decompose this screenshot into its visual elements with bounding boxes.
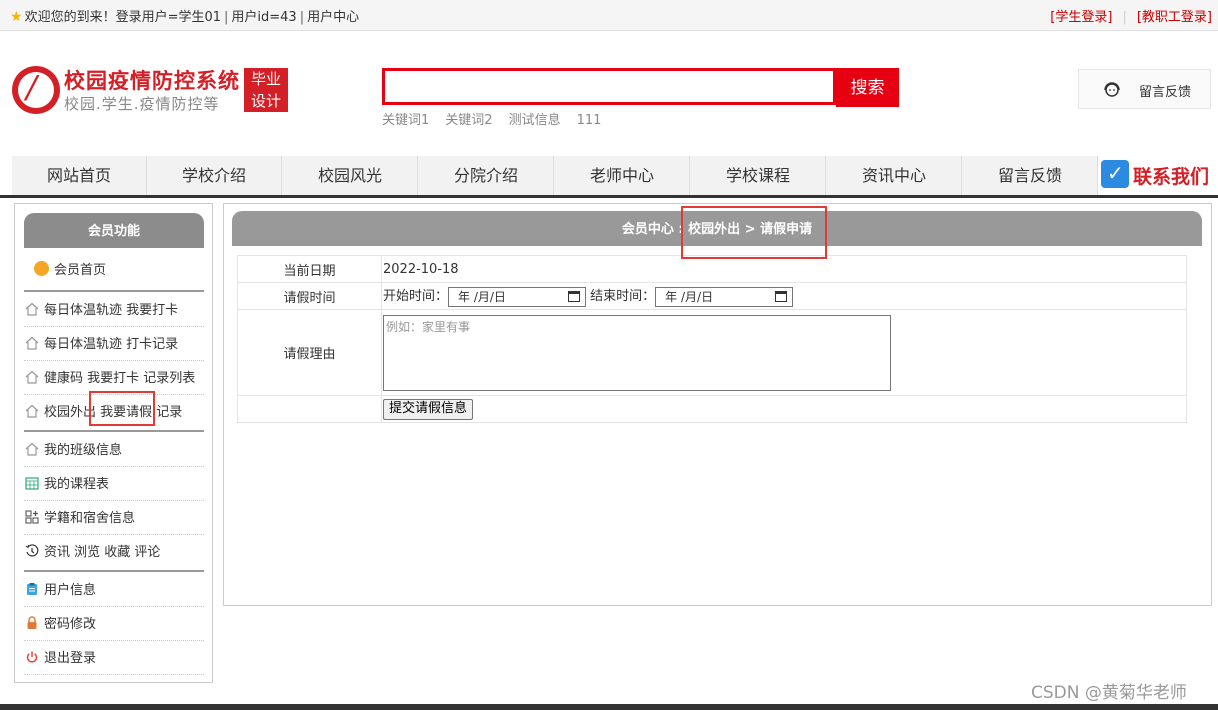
hot-keyword[interactable]: 关键词2	[445, 113, 492, 128]
reason-placeholder: 例如：家里有事	[386, 319, 471, 334]
house-icon	[25, 404, 39, 418]
end-date-placeholder: 年 /月/日	[665, 289, 714, 304]
empty-cell	[237, 395, 382, 423]
welcome-area: ★ 欢迎您的到来！登录用户=学生01 | 用户id=43 | 用户中心	[10, 9, 360, 25]
search-input[interactable]	[382, 68, 836, 105]
sidebar-divider	[24, 290, 204, 292]
house-icon	[25, 370, 39, 384]
sidebar-item-member-home[interactable]: 会员首页	[24, 254, 204, 287]
hot-keywords: 关键词1 关键词2 测试信息 111	[382, 109, 617, 128]
calendar-icon[interactable]	[568, 290, 581, 302]
user-center-link[interactable]: 用户中心	[307, 10, 359, 25]
sidebar-item-label: 会员首页	[54, 263, 107, 278]
calendar-icon	[25, 477, 39, 490]
main-panel: 会员中心 : 校园外出 > 请假申请 当前日期 2022-10-18 请假时间 …	[223, 203, 1212, 606]
end-date-input[interactable]: 年 /月/日	[655, 286, 794, 307]
nav-news[interactable]: 资讯中心	[827, 156, 962, 196]
nav-college-intro[interactable]: 分院介绍	[419, 156, 554, 196]
nav-teacher-center[interactable]: 老师中心	[555, 156, 690, 196]
site-subtitle: 校园.学生.疫情防控等	[64, 95, 220, 113]
start-time-label: 开始时间：	[383, 289, 449, 305]
badge-line2: 设计	[250, 92, 281, 110]
staff-login-link[interactable]: [教职工登录]	[1137, 10, 1212, 25]
grid-icon	[25, 510, 39, 524]
sidebar-item-temp-checkin[interactable]: 每日体温轨迹 我要打卡	[24, 294, 204, 327]
nav-school-intro[interactable]: 学校介绍	[147, 156, 282, 196]
time-label: 请假时间	[237, 282, 382, 310]
search-button[interactable]: 搜索	[836, 68, 899, 107]
feedback-button[interactable]: 留言反馈	[1078, 69, 1211, 109]
submit-leave-button[interactable]: 提交请假信息	[383, 398, 474, 420]
sidebar-item-label: 退出登录	[44, 651, 97, 666]
feedback-label: 留言反馈	[1139, 85, 1192, 100]
nav-home[interactable]: 网站首页	[12, 156, 147, 196]
sidebar-title: 会员功能	[24, 213, 204, 248]
sidebar-item-timetable[interactable]: 我的课程表	[24, 468, 204, 501]
sidebar-item-label: 密码修改	[44, 617, 97, 632]
history-icon	[25, 544, 39, 557]
contact-icon	[1101, 160, 1129, 188]
date-value: 2022-10-18	[381, 255, 1187, 283]
lock-icon	[27, 616, 37, 629]
nav-courses[interactable]: 学校课程	[691, 156, 826, 196]
sidebar-item-temp-records[interactable]: 每日体温轨迹 打卡记录	[24, 328, 204, 361]
date-label: 当前日期	[237, 255, 382, 283]
sidebar: 会员功能 会员首页 每日体温轨迹 我要打卡 每日体温轨迹 打卡记录 健康码 我要…	[14, 203, 213, 683]
site-logo[interactable]	[12, 66, 60, 114]
sidebar-divider	[24, 570, 204, 572]
student-login-link[interactable]: [学生登录]	[1050, 10, 1112, 25]
reason-textarea[interactable]: 例如：家里有事	[383, 314, 891, 391]
house-icon	[25, 442, 39, 456]
contact-label: 联系我们	[1133, 166, 1210, 188]
sidebar-item-logout[interactable]: 退出登录	[24, 642, 204, 675]
graduation-badge: 毕业 设计	[244, 68, 288, 112]
nav-feedback[interactable]: 留言反馈	[963, 156, 1098, 196]
calendar-icon[interactable]	[775, 290, 788, 302]
sidebar-divider	[24, 430, 204, 432]
hot-keyword[interactable]: 测试信息	[509, 113, 561, 128]
power-icon	[26, 651, 38, 663]
headset-icon	[1104, 82, 1120, 97]
star-icon: ★	[10, 9, 23, 25]
badge-line1: 毕业	[250, 70, 281, 88]
sidebar-item-class-info[interactable]: 我的班级信息	[24, 434, 204, 467]
end-time-label: 结束时间：	[590, 289, 656, 305]
house-icon	[25, 336, 39, 350]
main-nav: 网站首页 学校介绍 校园风光 分院介绍 老师中心 学校课程 资讯中心 留言反馈	[12, 156, 1098, 196]
sidebar-item-label: 我的课程表	[44, 477, 110, 492]
clipboard-icon	[27, 583, 37, 595]
start-date-input[interactable]: 年 /月/日	[448, 286, 587, 307]
hot-keyword[interactable]: 关键词1	[382, 113, 429, 128]
welcome-text: 欢迎您的到来！登录用户=学生01	[24, 10, 221, 25]
highlight-box-breadcrumb	[681, 206, 827, 259]
highlight-box-leave-link	[89, 391, 155, 426]
top-bar: ★ 欢迎您的到来！登录用户=学生01 | 用户id=43 | 用户中心 [学生登录] | [教…	[0, 0, 1218, 31]
start-date-placeholder: 年 /月/日	[458, 289, 506, 304]
sidebar-item-password[interactable]: 密码修改	[24, 608, 204, 641]
nav-divider	[0, 195, 1218, 198]
sidebar-item-label: 用户信息	[44, 583, 97, 598]
member-home-icon	[34, 261, 49, 276]
house-icon	[25, 302, 39, 316]
user-id-text: 用户id=43	[231, 10, 297, 25]
hot-keyword[interactable]: 111	[577, 113, 602, 128]
sidebar-item-news-history[interactable]: 资讯 浏览 收藏 评论	[24, 536, 204, 569]
sidebar-item-label: 健康码 我要打卡 记录列表	[44, 371, 196, 386]
sidebar-item-label: 学籍和宿舍信息	[44, 511, 136, 526]
sidebar-item-user-info[interactable]: 用户信息	[24, 574, 204, 607]
sidebar-item-label: 每日体温轨迹 打卡记录	[44, 337, 179, 352]
sidebar-item-label: 资讯 浏览 收藏 评论	[44, 545, 161, 560]
reason-label: 请假理由	[237, 309, 382, 396]
watermark: CSDN @黄菊华老师	[1031, 683, 1187, 703]
sidebar-item-label: 每日体温轨迹 我要打卡	[44, 303, 179, 318]
leave-form: 当前日期 2022-10-18 请假时间 开始时间： 年 /月/日 结束时间： 年 …	[237, 255, 1187, 423]
login-links: [学生登录] | [教职工登录]	[1050, 10, 1212, 25]
footer-line	[0, 704, 1218, 710]
nav-campus-scenery[interactable]: 校园风光	[283, 156, 418, 196]
site-title: 校园疫情防控系统	[64, 69, 240, 93]
sidebar-item-label: 我的班级信息	[44, 443, 123, 458]
sidebar-item-dorm-info[interactable]: 学籍和宿舍信息	[24, 502, 204, 535]
